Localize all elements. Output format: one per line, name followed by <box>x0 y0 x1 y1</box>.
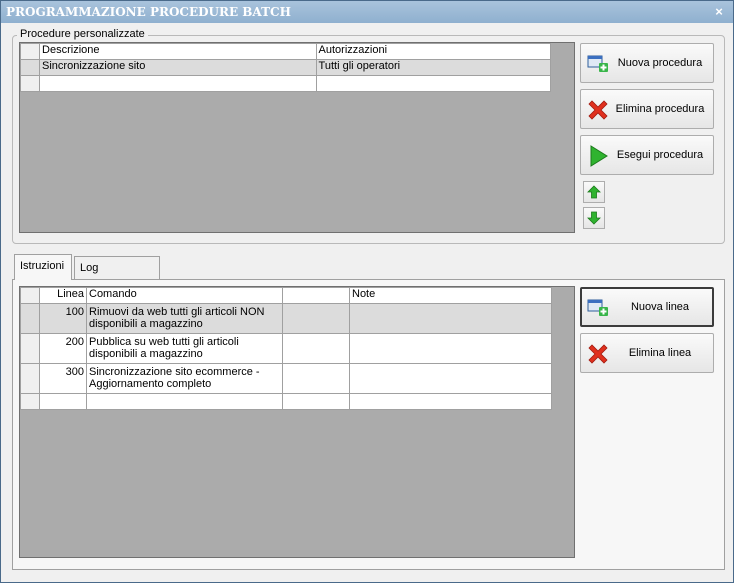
column-header-extra[interactable] <box>282 287 350 304</box>
cell-extra[interactable] <box>282 393 350 410</box>
cell-extra[interactable] <box>282 333 350 364</box>
title-bar: PROGRAMMAZIONE PROCEDURE BATCH <box>1 1 733 23</box>
delete-procedure-label: Elimina procedura <box>615 103 705 115</box>
row-header[interactable] <box>20 303 40 334</box>
tab-log-esecuzione[interactable]: Log esecuzione <box>74 256 160 296</box>
add-window-icon <box>586 296 610 320</box>
cell-note[interactable] <box>349 333 552 364</box>
new-procedure-label: Nuova procedura <box>617 57 703 69</box>
row-header-corner <box>20 287 40 304</box>
cell-comando[interactable] <box>86 393 283 410</box>
red-x-icon <box>586 98 610 122</box>
delete-line-button[interactable]: Elimina linea <box>580 333 714 373</box>
cell-descrizione[interactable] <box>39 75 317 92</box>
procedures-table: Descrizione Autorizzazioni Sincronizzazi… <box>20 43 552 92</box>
instructions-grid[interactable]: Linea Comando Note 100 Rimuovi da web tu… <box>19 286 575 558</box>
column-header-linea[interactable]: Linea <box>39 287 87 304</box>
row-header-corner <box>20 43 41 60</box>
cell-descrizione[interactable]: Sincronizzazione sito <box>39 59 317 76</box>
cell-linea[interactable] <box>39 393 87 410</box>
table-row-new[interactable] <box>20 75 552 92</box>
delete-procedure-button[interactable]: Elimina procedura <box>580 89 714 129</box>
procedures-grid[interactable]: Descrizione Autorizzazioni Sincronizzazi… <box>19 42 575 233</box>
move-up-button[interactable] <box>583 181 605 203</box>
green-up-arrow-icon <box>587 185 601 199</box>
table-row-new[interactable] <box>20 393 552 410</box>
close-icon[interactable]: × <box>711 1 727 23</box>
procedures-group-label: Procedure personalizzate <box>17 28 148 40</box>
cell-extra[interactable] <box>282 303 350 334</box>
table-row[interactable]: 100 Rimuovi da web tutti gli articoli NO… <box>20 303 552 334</box>
new-procedure-button[interactable]: Nuova procedura <box>580 43 714 83</box>
cell-extra[interactable] <box>282 363 350 394</box>
row-header[interactable] <box>20 363 40 394</box>
row-header[interactable] <box>20 59 41 76</box>
column-header-descrizione[interactable]: Descrizione <box>39 43 317 60</box>
procedures-header-row: Descrizione Autorizzazioni <box>20 43 552 60</box>
cell-comando[interactable]: Pubblica su web tutti gli articoli dispo… <box>86 333 283 364</box>
tab-istruzioni-label: Istruzioni <box>20 260 65 272</box>
cell-linea[interactable]: 100 <box>39 303 87 334</box>
new-line-button[interactable]: Nuova linea <box>580 287 714 327</box>
cell-comando[interactable]: Sincronizzazione sito ecommerce - Aggior… <box>86 363 283 394</box>
run-procedure-label: Esegui procedura <box>616 149 704 161</box>
new-line-label: Nuova linea <box>630 301 690 313</box>
row-header[interactable] <box>20 75 41 92</box>
delete-line-label: Elimina linea <box>628 347 692 359</box>
cell-autorizzazioni[interactable] <box>315 75 552 92</box>
cell-comando[interactable]: Rimuovi da web tutti gli articoli NON di… <box>86 303 283 334</box>
row-header[interactable] <box>20 393 40 410</box>
column-header-note[interactable]: Note <box>349 287 552 304</box>
cell-linea[interactable]: 300 <box>39 363 87 394</box>
green-down-arrow-icon <box>587 211 601 225</box>
run-procedure-button[interactable]: Esegui procedura <box>580 135 714 175</box>
cell-note[interactable] <box>349 393 552 410</box>
green-play-icon <box>586 144 610 168</box>
window-title: PROGRAMMAZIONE PROCEDURE BATCH <box>6 5 291 19</box>
table-row[interactable]: 300 Sincronizzazione sito ecommerce - Ag… <box>20 363 552 394</box>
tab-istruzioni[interactable]: Istruzioni <box>14 254 72 280</box>
cell-note[interactable] <box>349 363 552 394</box>
instructions-table: Linea Comando Note 100 Rimuovi da web tu… <box>20 287 552 410</box>
instructions-header-row: Linea Comando Note <box>20 287 552 304</box>
cell-autorizzazioni[interactable]: Tutti gli operatori <box>315 59 552 76</box>
cell-note[interactable] <box>349 303 552 334</box>
row-header[interactable] <box>20 333 40 364</box>
move-down-button[interactable] <box>583 207 605 229</box>
column-header-comando[interactable]: Comando <box>86 287 283 304</box>
table-row[interactable]: 200 Pubblica su web tutti gli articoli d… <box>20 333 552 364</box>
table-row[interactable]: Sincronizzazione sito Tutti gli operator… <box>20 59 552 76</box>
cell-linea[interactable]: 200 <box>39 333 87 364</box>
column-header-autorizzazioni[interactable]: Autorizzazioni <box>315 43 552 60</box>
red-x-icon <box>586 342 610 366</box>
add-window-icon <box>586 52 610 76</box>
